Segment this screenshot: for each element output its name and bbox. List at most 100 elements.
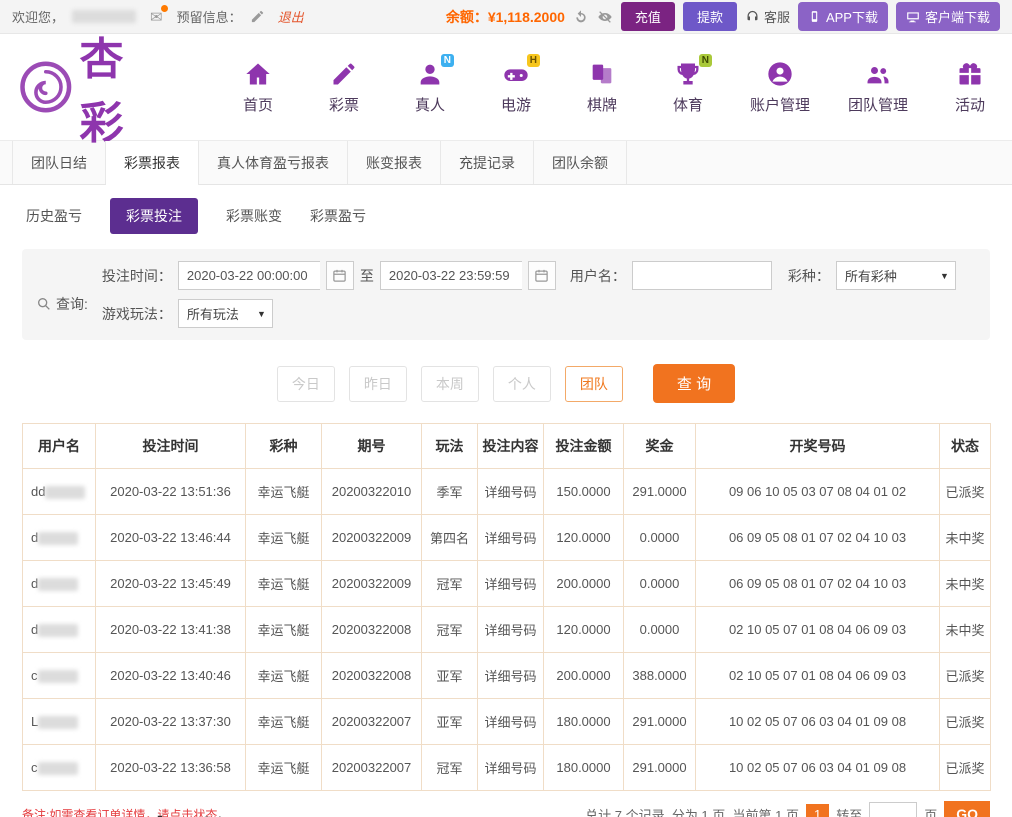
table-row: d 2020-03-22 13:46:44 幸运飞艇 20200322009 第… (23, 515, 991, 561)
tab-deposit-withdraw-record[interactable]: 充提记录 (441, 141, 534, 184)
table-row: c 2020-03-22 13:36:58 幸运飞艇 20200322007 冠… (23, 745, 991, 791)
cell-bet-time: 2020-03-22 13:36:58 (96, 745, 246, 791)
table-row: c 2020-03-22 13:40:46 幸运飞艇 20200322008 亚… (23, 653, 991, 699)
pagination-summary: 总计 7 个记录, 分为 1 页, 当前第 1 页 (585, 805, 799, 817)
time-from-input[interactable] (178, 261, 320, 290)
search-button[interactable]: 查 询 (653, 364, 735, 403)
tab-team-daily[interactable]: 团队日结 (12, 141, 106, 184)
edit-icon[interactable] (250, 9, 266, 25)
status-badge[interactable]: 未中奖 (940, 561, 991, 607)
logout-link[interactable]: 退出 (278, 7, 304, 26)
calendar-from-button[interactable] (326, 261, 354, 290)
cell-play: 亚军 (422, 653, 478, 699)
detail-numbers-link[interactable]: 详细号码 (478, 561, 544, 607)
tab-account-change-report[interactable]: 账变报表 (348, 141, 441, 184)
username-label: 用户名： (570, 266, 626, 286)
time-to-input[interactable] (380, 261, 522, 290)
lottery-type-label: 彩种： (788, 266, 830, 286)
client-download-button[interactable]: 客户端下载 (896, 2, 1000, 31)
egame-icon: H (502, 60, 530, 88)
nav-item-egame[interactable]: H 电游 (492, 60, 540, 115)
table-row: dd 2020-03-22 13:51:36 幸运飞艇 20200322010 … (23, 469, 991, 515)
nav-item-cards[interactable]: 棋牌 (578, 60, 626, 115)
goto-label: 转至 (836, 805, 862, 817)
goto-page-input[interactable] (869, 802, 917, 817)
site-header: 杏彩 首页 彩票 N 真人 H 电游 (0, 34, 1012, 140)
go-button[interactable]: GO (944, 801, 990, 817)
tab-lottery-report[interactable]: 彩票报表 (106, 141, 199, 185)
cell-username: d (23, 561, 96, 607)
mail-icon[interactable]: ✉ (150, 8, 163, 26)
cell-draw-numbers: 02 10 05 07 01 08 04 06 09 03 (696, 607, 940, 653)
cell-draw-numbers: 02 10 05 07 01 08 04 06 09 03 (696, 653, 940, 699)
today-button[interactable]: 今日 (277, 366, 335, 402)
lottery-type-select[interactable]: 所有彩种 ▼ (836, 261, 956, 290)
subtab-lottery-account-change[interactable]: 彩票账变 (226, 198, 282, 234)
status-badge[interactable]: 已派奖 (940, 699, 991, 745)
cell-play: 冠军 (422, 607, 478, 653)
cell-prize: 291.0000 (624, 469, 696, 515)
username-blurred (72, 10, 136, 23)
cutoff-bottom-text: 杏彩 (140, 804, 232, 817)
nav-item-sports[interactable]: N 体育 (664, 60, 712, 115)
withdraw-button[interactable]: 提款 (683, 2, 737, 31)
sub-tabs: 历史盈亏 彩票投注 彩票账变 彩票盈亏 (0, 185, 1012, 247)
cell-bet-amount: 150.0000 (544, 469, 624, 515)
status-badge[interactable]: 未中奖 (940, 607, 991, 653)
tab-live-sports-report[interactable]: 真人体育盈亏报表 (199, 141, 348, 184)
sports-trophy-icon: N (674, 60, 702, 88)
team-button[interactable]: 团队 (565, 366, 623, 402)
reserved-info-label: 预留信息： (177, 7, 242, 26)
detail-numbers-link[interactable]: 详细号码 (478, 745, 544, 791)
site-logo[interactable]: 杏彩 (18, 23, 162, 151)
username-blurred (38, 532, 78, 545)
cell-issue: 20200322008 (322, 607, 422, 653)
calendar-to-button[interactable] (528, 261, 556, 290)
cell-issue: 20200322007 (322, 745, 422, 791)
customer-service-button[interactable]: 客服 (745, 7, 790, 26)
tab-team-balance[interactable]: 团队余额 (534, 141, 627, 184)
this-week-button[interactable]: 本周 (421, 366, 479, 402)
detail-numbers-link[interactable]: 详细号码 (478, 515, 544, 561)
badge-n: N (441, 54, 454, 67)
yesterday-button[interactable]: 昨日 (349, 366, 407, 402)
status-badge[interactable]: 已派奖 (940, 469, 991, 515)
table-row: d 2020-03-22 13:45:49 幸运飞艇 20200322009 冠… (23, 561, 991, 607)
current-page-badge[interactable]: 1 (806, 804, 829, 817)
nav-item-activity[interactable]: 活动 (946, 60, 994, 115)
detail-numbers-link[interactable]: 详细号码 (478, 699, 544, 745)
status-badge[interactable]: 已派奖 (940, 653, 991, 699)
nav-item-lottery[interactable]: 彩票 (320, 60, 368, 115)
account-icon (766, 60, 794, 88)
pagination: 总计 7 个记录, 分为 1 页, 当前第 1 页 1 转至 页 GO (585, 801, 990, 817)
nav-item-home[interactable]: 首页 (234, 60, 282, 115)
nav-item-live[interactable]: N 真人 (406, 60, 454, 115)
cell-prize: 388.0000 (624, 653, 696, 699)
subtab-lottery-pl[interactable]: 彩票盈亏 (310, 198, 366, 234)
status-badge[interactable]: 已派奖 (940, 745, 991, 791)
username-blurred (38, 762, 78, 775)
detail-numbers-link[interactable]: 详细号码 (478, 607, 544, 653)
personal-button[interactable]: 个人 (493, 366, 551, 402)
username-blurred (45, 486, 85, 499)
recharge-button[interactable]: 充值 (621, 2, 675, 31)
cell-bet-amount: 200.0000 (544, 653, 624, 699)
cell-play: 季军 (422, 469, 478, 515)
subtab-history-pl[interactable]: 历史盈亏 (26, 198, 82, 234)
eye-hidden-icon[interactable] (597, 9, 613, 25)
refresh-icon[interactable] (573, 9, 589, 25)
detail-numbers-link[interactable]: 详细号码 (478, 469, 544, 515)
cell-username: c (23, 653, 96, 699)
cell-username: L (23, 699, 96, 745)
subtab-lottery-bets[interactable]: 彩票投注 (110, 198, 198, 234)
logo-text: 杏彩 (80, 23, 162, 151)
username-input[interactable] (632, 261, 772, 290)
play-type-select[interactable]: 所有玩法 ▼ (178, 299, 273, 328)
nav-item-account[interactable]: 账户管理 (750, 60, 810, 115)
username-blurred (38, 578, 78, 591)
nav-item-team[interactable]: 团队管理 (848, 60, 908, 115)
status-badge[interactable]: 未中奖 (940, 515, 991, 561)
app-download-button[interactable]: APP下载 (798, 2, 888, 31)
detail-numbers-link[interactable]: 详细号码 (478, 653, 544, 699)
cell-draw-numbers: 10 02 05 07 06 03 04 01 09 08 (696, 699, 940, 745)
